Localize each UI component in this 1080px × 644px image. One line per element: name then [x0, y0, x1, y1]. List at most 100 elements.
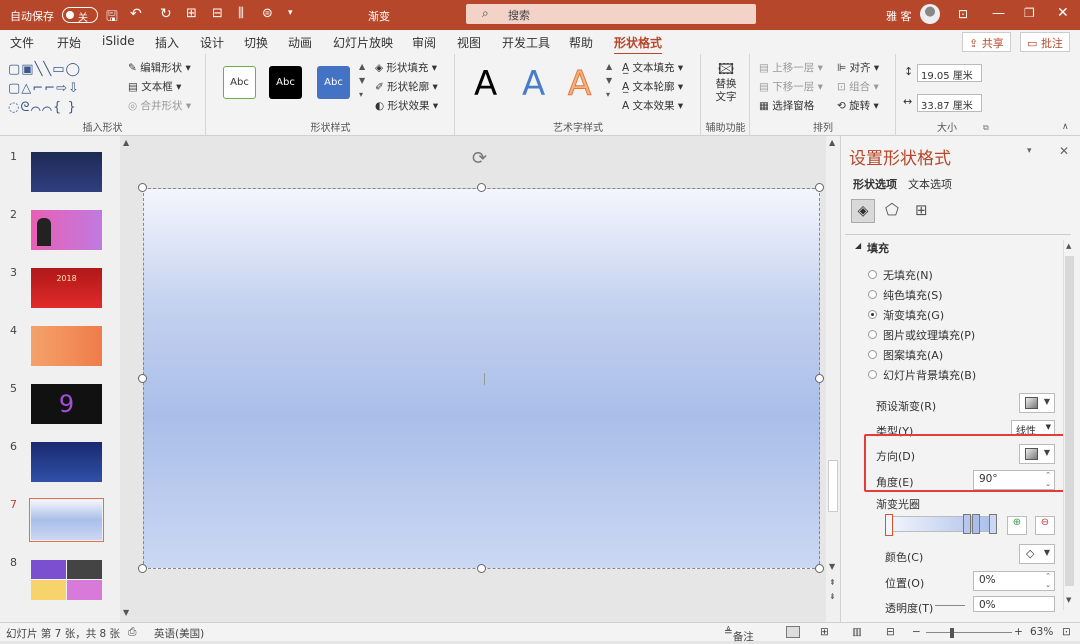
customize-qat-icon[interactable]: ▾ — [288, 8, 293, 18]
zoom-in-icon[interactable]: + — [1014, 626, 1023, 638]
align-button[interactable]: ⊫ 对齐 ▾ — [837, 60, 879, 75]
slide-thumb-4[interactable] — [31, 326, 102, 366]
minimize-icon[interactable]: — — [992, 6, 1005, 21]
language-label[interactable]: 英语(美国) — [154, 626, 204, 641]
edit-shape-button[interactable]: ✎ 编辑形状 ▾ — [128, 60, 191, 75]
gradient-stop-2[interactable] — [963, 514, 971, 534]
resize-handle-bl[interactable] — [138, 564, 147, 573]
tab-review[interactable]: 审阅 — [412, 34, 436, 51]
tab-view[interactable]: 视图 — [457, 34, 481, 51]
radio-gradient-fill[interactable] — [868, 310, 877, 319]
add-stop-button[interactable]: ⊕ — [1007, 516, 1027, 535]
shape-style-1[interactable]: Abc — [223, 66, 256, 99]
qat-icon-3[interactable]: ⫼ — [238, 6, 244, 21]
tab-insert[interactable]: 插入 — [155, 34, 179, 51]
text-box-button[interactable]: ▤ 文本框 ▾ — [128, 79, 181, 94]
gradient-stop-3[interactable] — [972, 514, 980, 534]
normal-view-icon[interactable] — [786, 626, 800, 638]
group-button[interactable]: ⊡ 组合 ▾ — [837, 79, 879, 94]
radio-pattern-fill[interactable] — [868, 350, 877, 359]
canvas-scrollbar[interactable]: ▲ ▼ ⇞ ⇟ — [826, 136, 840, 622]
pane-options-icon[interactable]: ▾ — [1027, 146, 1032, 156]
zoom-slider-thumb[interactable] — [950, 628, 954, 638]
spinner-icon[interactable]: ⌃ ⌄ — [1045, 572, 1051, 590]
avatar[interactable]: ● — [920, 4, 940, 24]
selected-rectangle-shape[interactable] — [143, 188, 820, 569]
slide-thumb-6[interactable] — [31, 442, 102, 482]
fill-section-header[interactable]: 填充 — [867, 240, 889, 256]
next-slide-icon[interactable]: ⇟ — [829, 592, 836, 601]
tab-slideshow[interactable]: 幻灯片放映 — [333, 34, 393, 51]
tab-help[interactable]: 帮助 — [569, 34, 593, 51]
bring-forward-button[interactable]: ▤ 上移一层 ▾ — [759, 60, 823, 75]
slideshow-view-icon[interactable]: ⊟ — [886, 626, 895, 638]
tab-text-options[interactable]: 文本选项 — [908, 176, 952, 192]
transparency-slider[interactable] — [935, 605, 965, 606]
shape-effects-button[interactable]: ◐ 形状效果 ▾ — [375, 98, 438, 113]
radio-background-fill[interactable] — [868, 370, 877, 379]
shapes-gallery[interactable]: ▢▣╲╲▭◯ ▢△⌐⌐⇨⇩ ◌ᘓ⌒⌒{ } — [8, 60, 118, 117]
collapse-ribbon-icon[interactable]: ∧ — [1062, 122, 1069, 132]
tab-design[interactable]: 设计 — [200, 34, 224, 51]
pane-close-icon[interactable]: ✕ — [1059, 144, 1069, 158]
restore-icon[interactable]: ❐ — [1024, 6, 1035, 20]
canvas-scroll-down-icon[interactable]: ▼ — [829, 562, 835, 571]
wordart-style-1[interactable]: A — [474, 64, 497, 104]
preset-gradient-dropdown[interactable]: ▼ — [1019, 393, 1055, 413]
gradient-stops-bar[interactable] — [885, 516, 997, 532]
tab-shape-format[interactable]: 形状格式 — [614, 34, 663, 55]
tab-home[interactable]: 开始 — [57, 34, 81, 51]
canvas-scroll-up-icon[interactable]: ▲ — [829, 138, 835, 147]
pane-scroll-up-icon[interactable]: ▲ — [1066, 242, 1071, 250]
resize-handle-t[interactable] — [477, 183, 486, 192]
reading-view-icon[interactable]: ▥ — [852, 626, 862, 638]
shape-style-2[interactable]: Abc — [269, 66, 302, 99]
save-icon[interactable]: 🖫 — [106, 6, 118, 30]
tab-developer[interactable]: 开发工具 — [502, 34, 550, 51]
shape-style-3[interactable]: Abc — [317, 66, 350, 99]
autosave-toggle[interactable]: 关 — [62, 7, 98, 24]
resize-handle-tr[interactable] — [815, 183, 824, 192]
slide-thumb-8[interactable] — [31, 560, 102, 600]
rotate-button[interactable]: ⟲ 旋转 ▾ — [837, 98, 879, 113]
close-icon[interactable]: ✕ — [1057, 5, 1069, 21]
merge-shapes-button[interactable]: ◎ 合并形状 ▾ — [128, 98, 191, 113]
scroll-up-icon[interactable]: ▲ — [123, 138, 129, 147]
comments-button[interactable]: ▭ 批注 — [1020, 32, 1070, 52]
slide-thumb-7[interactable] — [29, 498, 104, 542]
section-collapse-icon[interactable]: ◢ — [855, 241, 861, 250]
spellcheck-icon[interactable]: ⎙ — [128, 626, 136, 639]
fill-line-icon[interactable]: ◈ — [851, 199, 875, 223]
rotate-handle-icon[interactable]: ⟳ — [472, 148, 487, 169]
tab-shape-options[interactable]: 形状选项 — [853, 176, 897, 192]
slide-thumb-3[interactable]: 2018 — [31, 268, 102, 308]
tab-animations[interactable]: 动画 — [288, 34, 312, 51]
qat-icon-4[interactable]: ⊜ — [262, 6, 273, 21]
shape-fill-button[interactable]: ◈ 形状填充 ▾ — [375, 60, 437, 75]
color-picker[interactable]: ◇ ▼ — [1019, 544, 1055, 564]
ribbon-display-icon[interactable]: ⊡ — [958, 7, 968, 21]
shape-style-scroll[interactable]: ▲ ▼ ▾ — [359, 60, 365, 102]
radio-picture-fill[interactable] — [868, 330, 877, 339]
resize-handle-r[interactable] — [815, 374, 824, 383]
effects-icon[interactable]: ⬠ — [885, 200, 899, 219]
tab-islide[interactable]: iSlide — [102, 34, 135, 48]
alt-text-button[interactable]: 🖾 替换 文字 — [712, 60, 740, 110]
prev-slide-icon[interactable]: ⇞ — [829, 578, 836, 587]
radio-solid-fill[interactable] — [868, 290, 877, 299]
radio-no-fill[interactable] — [868, 270, 877, 279]
height-input[interactable]: 19.05 厘米 — [917, 64, 982, 82]
zoom-level[interactable]: 63% — [1030, 626, 1053, 638]
fit-slide-icon[interactable]: ⊡ — [1062, 626, 1071, 638]
slide-thumb-1[interactable] — [31, 152, 102, 192]
redo-icon[interactable]: ↻ — [160, 6, 172, 22]
pane-scroll-down-icon[interactable]: ▼ — [1066, 596, 1071, 604]
canvas-scroll-thumb[interactable] — [828, 460, 838, 512]
share-button[interactable]: ⇪ 共享 — [962, 32, 1011, 52]
text-effects-button[interactable]: A 文本效果 ▾ — [622, 98, 683, 113]
resize-handle-l[interactable] — [138, 374, 147, 383]
zoom-slider[interactable] — [926, 632, 1012, 633]
position-input[interactable]: 0% ⌃ ⌄ — [973, 571, 1055, 591]
qat-icon-1[interactable]: ⊞ — [186, 6, 197, 21]
text-fill-button[interactable]: A̲ 文本填充 ▾ — [622, 60, 683, 75]
